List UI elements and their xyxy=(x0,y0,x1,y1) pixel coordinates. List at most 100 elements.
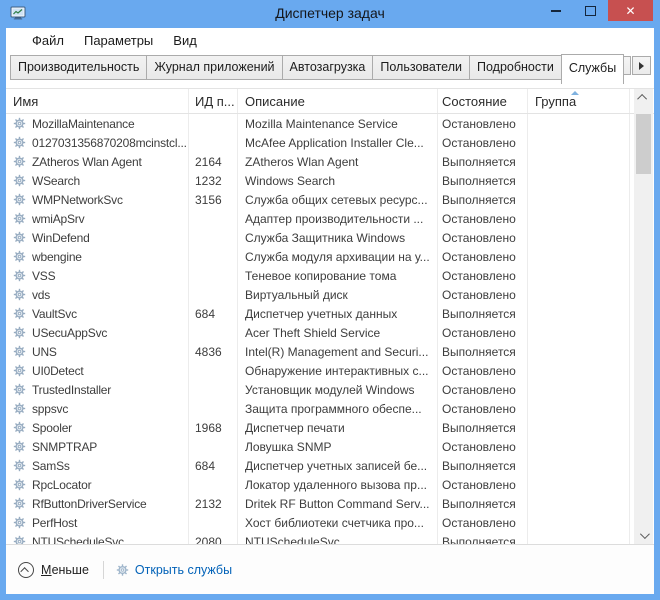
service-description: Установщик модулей Windows xyxy=(245,383,414,397)
gear-icon xyxy=(13,136,26,149)
service-row[interactable]: WMPNetworkSvc 3156 Служба общих сетевых … xyxy=(6,190,654,209)
column-header-description[interactable]: Описание xyxy=(237,89,437,113)
service-status-cell: Выполняется xyxy=(437,535,527,545)
service-pid-cell: 3156 xyxy=(188,193,237,207)
scrollbar-thumb[interactable] xyxy=(636,114,651,174)
service-row[interactable]: Spooler 1968 Диспетчер печати Выполняетс… xyxy=(6,418,654,437)
service-name-cell: wmiApSrv xyxy=(6,212,188,226)
menu-item[interactable]: Файл xyxy=(22,30,74,51)
service-row[interactable]: vds Виртуальный диск Остановлено xyxy=(6,285,654,304)
tab[interactable]: Автозагрузка xyxy=(282,55,374,80)
service-status: Остановлено xyxy=(442,516,516,530)
service-row[interactable]: SamSs 684 Диспетчер учетных записей бе..… xyxy=(6,456,654,475)
service-row[interactable]: NTUScheduleSvc 2080 NTUScheduleSvc Выпол… xyxy=(6,532,654,544)
service-name-cell: TrustedInstaller xyxy=(6,383,188,397)
gear-icon xyxy=(13,421,26,434)
scroll-down-button[interactable] xyxy=(634,527,653,544)
service-name-cell: VSS xyxy=(6,269,188,283)
vertical-scrollbar[interactable] xyxy=(634,89,653,544)
service-row[interactable]: TrustedInstaller Установщик модулей Wind… xyxy=(6,380,654,399)
service-row[interactable]: WinDefend Служба Защитника Windows Остан… xyxy=(6,228,654,247)
gear-icon xyxy=(13,269,26,282)
service-row[interactable]: UNS 4836 Intel(R) Management and Securi.… xyxy=(6,342,654,361)
service-name: wbengine xyxy=(32,250,82,264)
service-name: VSS xyxy=(32,269,55,283)
service-status-cell: Остановлено xyxy=(437,326,527,340)
gear-icon xyxy=(13,155,26,168)
fewer-details-button[interactable]: Меньше xyxy=(18,562,89,578)
service-name: sppsvc xyxy=(32,402,68,416)
service-description-cell: Ловушка SNMP xyxy=(237,440,437,454)
chevron-up-icon xyxy=(20,567,28,575)
service-name: WinDefend xyxy=(32,231,90,245)
service-name-cell: 0127031356870208mcinstcl... xyxy=(6,136,188,150)
service-description-cell: Служба модуля архивации на у... xyxy=(237,250,437,264)
service-description-cell: Локатор удаленного вызова пр... xyxy=(237,478,437,492)
service-row[interactable]: VSS Теневое копирование тома Остановлено xyxy=(6,266,654,285)
tab[interactable]: Производительность xyxy=(10,55,147,80)
service-status-cell: Остановлено xyxy=(437,288,527,302)
tab[interactable]: Журнал приложений xyxy=(146,55,282,80)
service-description: Ловушка SNMP xyxy=(245,440,331,454)
service-pid: 3156 xyxy=(195,193,222,207)
minimize-button[interactable] xyxy=(538,0,573,21)
service-name-cell: RpcLocator xyxy=(6,478,188,492)
service-description: Защита программного обеспе... xyxy=(245,402,422,416)
service-row[interactable]: SNMPTRAP Ловушка SNMP Остановлено xyxy=(6,437,654,456)
service-status: Остановлено xyxy=(442,364,516,378)
service-row[interactable]: PerfHost Хост библиотеки счетчика про...… xyxy=(6,513,654,532)
service-row[interactable]: WSearch 1232 Windows Search Выполняется xyxy=(6,171,654,190)
column-header-label: Группа xyxy=(535,94,576,109)
service-status-cell: Остановлено xyxy=(437,440,527,454)
menu-item[interactable]: Параметры xyxy=(74,30,163,51)
service-status: Остановлено xyxy=(442,402,516,416)
service-row[interactable]: RfButtonDriverService 2132 Dritek RF But… xyxy=(6,494,654,513)
service-status: Остановлено xyxy=(442,288,516,302)
service-row[interactable]: VaultSvc 684 Диспетчер учетных данных Вы… xyxy=(6,304,654,323)
column-header-name[interactable]: Имя xyxy=(6,89,188,113)
service-row[interactable]: UI0Detect Обнаружение интерактивных с...… xyxy=(6,361,654,380)
column-header-label: Описание xyxy=(245,94,305,109)
service-description-cell: Хост библиотеки счетчика про... xyxy=(237,516,437,530)
service-name-cell: MozillaMaintenance xyxy=(6,117,188,131)
column-header-label: Имя xyxy=(13,94,38,109)
service-status-cell: Выполняется xyxy=(437,193,527,207)
tab[interactable]: Пользователи xyxy=(372,55,470,80)
service-description: Служба общих сетевых ресурс... xyxy=(245,193,428,207)
service-row[interactable]: RpcLocator Локатор удаленного вызова пр.… xyxy=(6,475,654,494)
service-row[interactable]: USecuAppSvc Acer Theft Shield Service Ос… xyxy=(6,323,654,342)
service-status: Выполняется xyxy=(442,497,516,511)
chevron-down-icon xyxy=(640,529,650,539)
maximize-button[interactable] xyxy=(573,0,608,21)
minimize-icon xyxy=(551,10,561,12)
close-button[interactable]: ✕ xyxy=(608,0,653,21)
service-row[interactable]: 0127031356870208mcinstcl... McAfee Appli… xyxy=(6,133,654,152)
scroll-up-button[interactable] xyxy=(634,89,653,106)
column-header-status[interactable]: Состояние xyxy=(437,89,527,113)
tab-scroll-right-button[interactable] xyxy=(632,56,651,75)
gear-icon xyxy=(13,364,26,377)
open-services-label: Открыть службы xyxy=(135,563,232,577)
tab[interactable]: Подробности xyxy=(469,55,562,80)
service-row[interactable]: sppsvc Защита программного обеспе... Ост… xyxy=(6,399,654,418)
service-status-cell: Остановлено xyxy=(437,136,527,150)
gear-icon xyxy=(13,288,26,301)
gear-icon xyxy=(13,193,26,206)
service-description-cell: Dritek RF Button Command Serv... xyxy=(237,497,437,511)
service-row[interactable]: MozillaMaintenance Mozilla Maintenance S… xyxy=(6,114,654,133)
service-name-cell: wbengine xyxy=(6,250,188,264)
service-status-cell: Остановлено xyxy=(437,231,527,245)
gear-icon xyxy=(13,174,26,187)
service-row[interactable]: ZAtheros Wlan Agent 2164 ZAtheros Wlan A… xyxy=(6,152,654,171)
service-pid: 2132 xyxy=(195,497,222,511)
service-row[interactable]: wmiApSrv Адаптер производительности ... … xyxy=(6,209,654,228)
service-status: Остановлено xyxy=(442,231,516,245)
service-name-cell: WSearch xyxy=(6,174,188,188)
service-row[interactable]: wbengine Служба модуля архивации на у...… xyxy=(6,247,654,266)
column-header-pid[interactable]: ИД п... xyxy=(188,89,237,113)
menu-item[interactable]: Вид xyxy=(163,30,207,51)
open-services-link[interactable]: Открыть службы xyxy=(116,563,232,577)
tab[interactable]: Службы xyxy=(561,54,624,84)
service-status: Остановлено xyxy=(442,326,516,340)
service-name: USecuAppSvc xyxy=(32,326,107,340)
